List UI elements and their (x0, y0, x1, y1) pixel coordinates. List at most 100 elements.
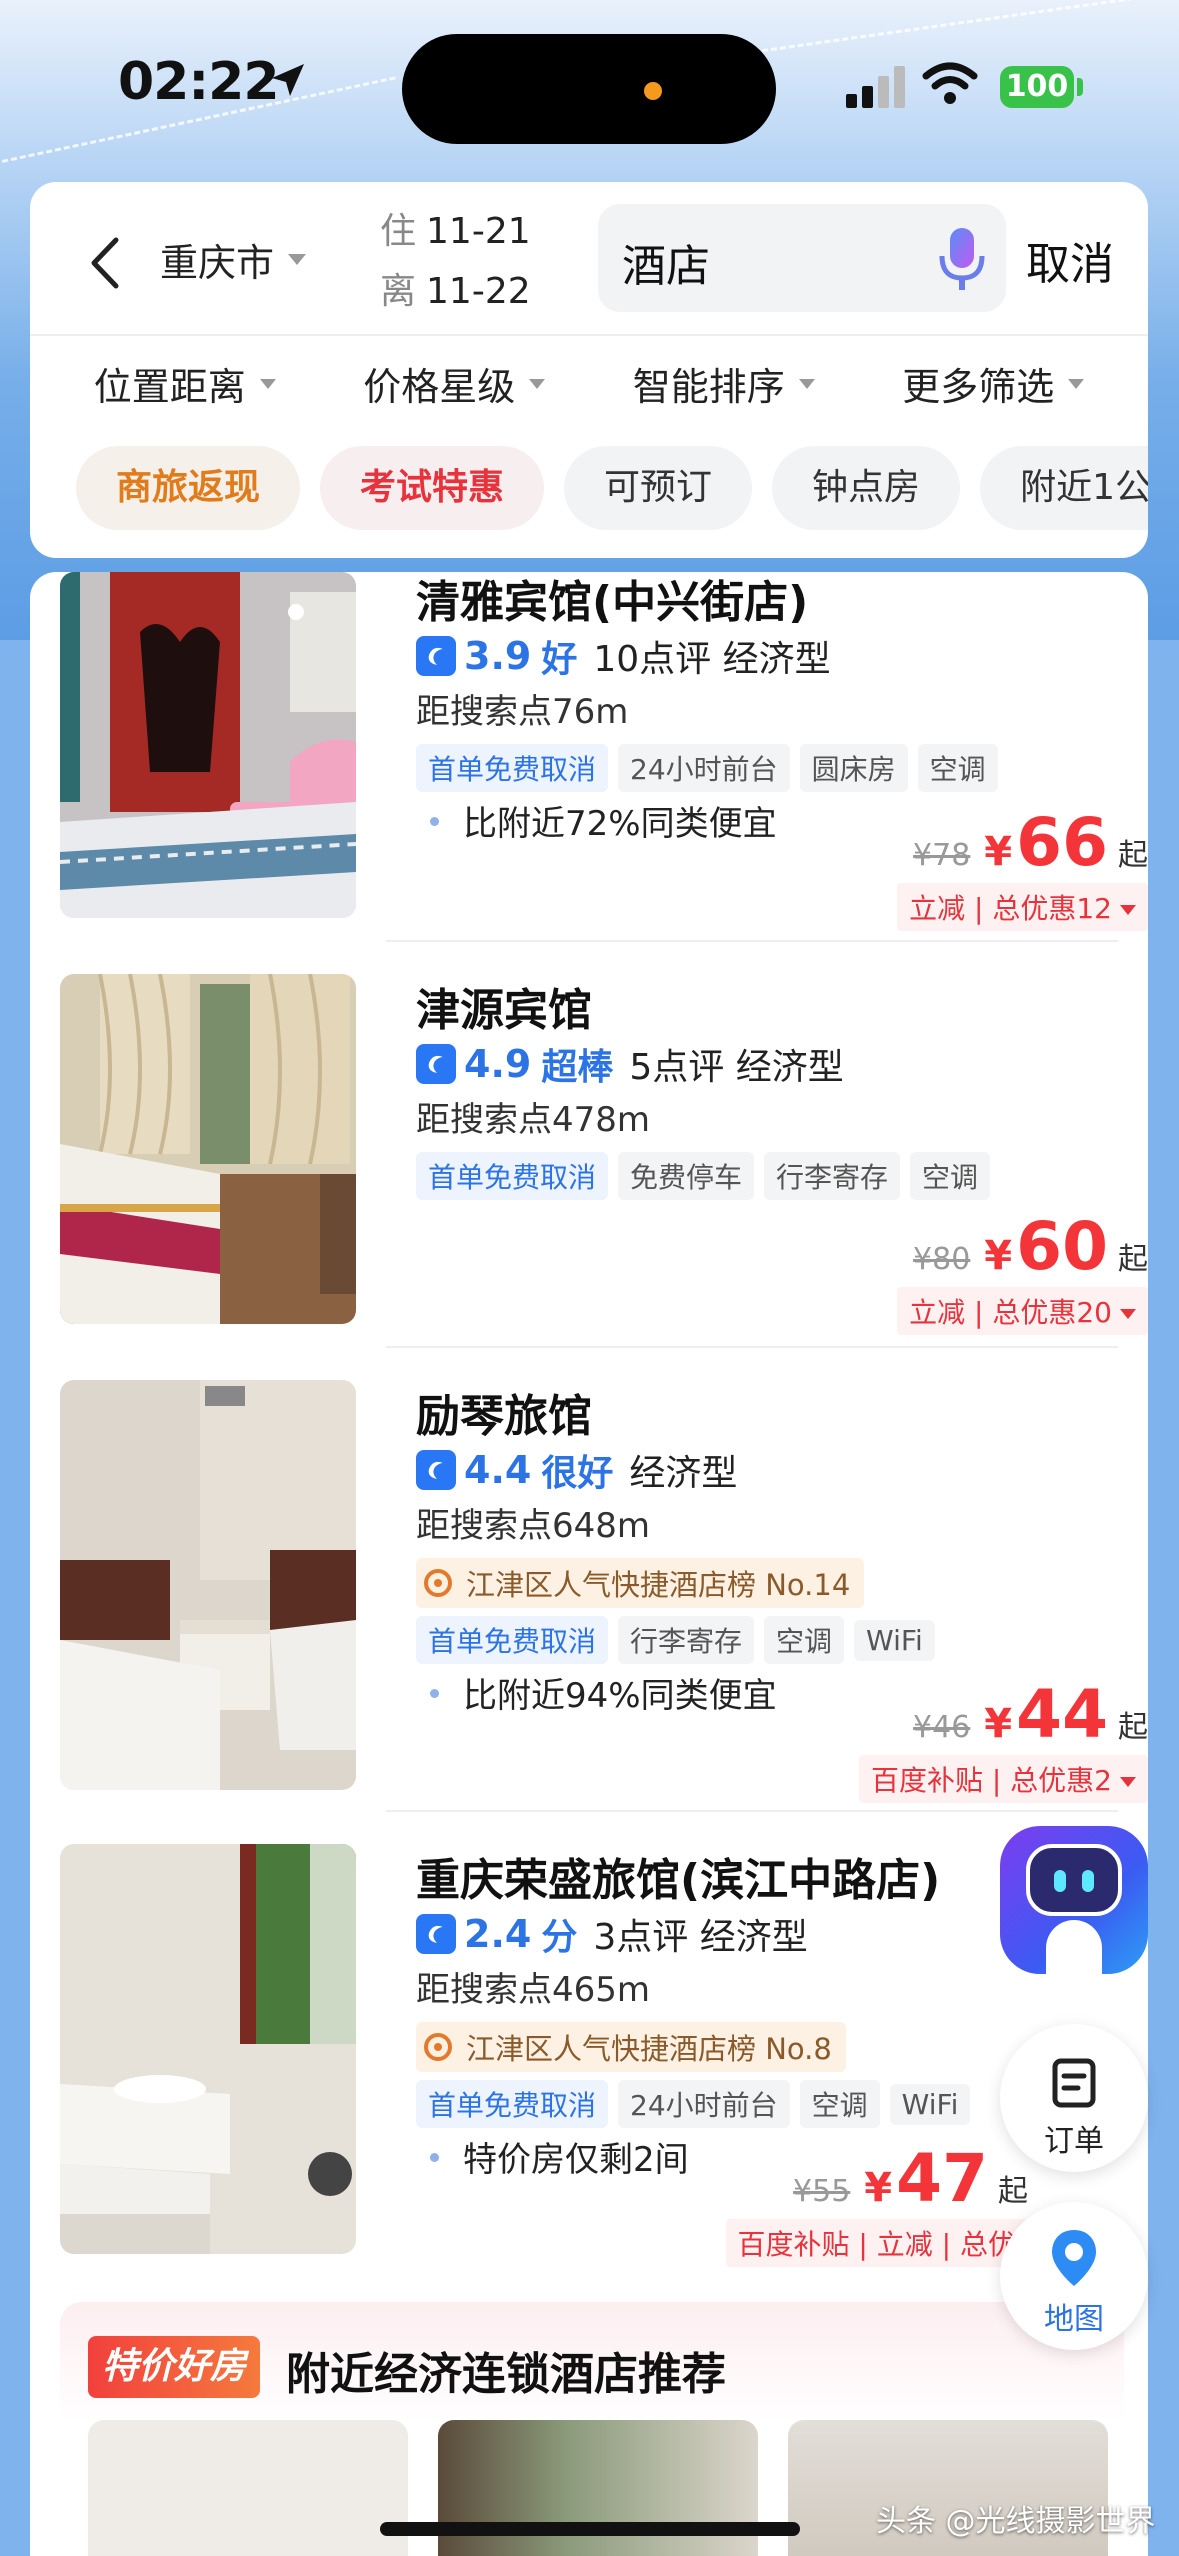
price-suffix: 起 (1118, 1242, 1148, 1277)
tag: 圆床房 (799, 744, 908, 792)
tag: 首单免费取消 (416, 744, 609, 792)
currency: ¥ (864, 2165, 893, 2211)
hotel-photo (60, 1844, 356, 2254)
rating-score: 4.4 (464, 1448, 532, 1492)
city-selector[interactable]: 重庆市 (160, 232, 307, 287)
original-price: ¥80 (913, 1242, 971, 1277)
hotel-photo (60, 974, 356, 1324)
recommendation-title: 附近经济连锁酒店推荐 (286, 2349, 726, 2400)
currency: ¥ (984, 1233, 1013, 1279)
rating-row: 4.4 很好 经济型 (416, 1442, 1148, 1498)
rating-label: 分 (541, 1917, 578, 1958)
special-offer-badge: 特价好房 (88, 2336, 261, 2398)
caret-down-icon (1120, 1309, 1136, 1319)
caret-down-icon (798, 378, 815, 389)
tag: 行李寄存 (764, 1152, 901, 1200)
discount-badge[interactable]: 百度补贴 | 总优惠2 (858, 1755, 1148, 1803)
bullet-dot (430, 1689, 439, 1698)
privacy-indicator-dot (644, 82, 662, 100)
ranking-text: 江津区人气快捷酒店榜 No.14 (466, 1568, 851, 1602)
rating-logo-icon (416, 1044, 456, 1084)
ranking-badge[interactable]: 江津区人气快捷酒店榜 No.8 (416, 2022, 846, 2072)
signal-icon (846, 66, 906, 108)
ai-assistant-button[interactable] (1000, 1826, 1148, 1974)
chip-business-cashback[interactable]: 商旅返现 (76, 446, 301, 530)
chip-hourly-room[interactable]: 钟点房 (772, 446, 961, 530)
rating-score: 2.4 (464, 1912, 532, 1956)
hotel-name: 津源宾馆 (416, 985, 592, 1036)
battery-tip (1077, 78, 1083, 96)
hotel-photo (60, 1380, 356, 1790)
hotel-photo (60, 572, 356, 918)
original-price: ¥55 (793, 2174, 851, 2209)
rating-label: 很好 (541, 1453, 614, 1494)
orders-button[interactable]: 订单 (1000, 2024, 1148, 2172)
cancel-button[interactable]: 取消 (1026, 228, 1114, 292)
robot-face-icon (1026, 1844, 1122, 1916)
chip-nearby[interactable]: 附近1公 (980, 446, 1148, 530)
hotel-list: 清雅宾馆(中兴街店) 3.9 好 10点评 经济型 距搜索点76m 首单免费取消… (30, 572, 1148, 2556)
ranking-icon (424, 1569, 452, 1597)
tag: 24小时前台 (618, 744, 790, 792)
chip-exam-discount[interactable]: 考试特惠 (320, 446, 545, 530)
rating-logo-icon (416, 1914, 456, 1954)
ranking-icon (424, 2033, 452, 2061)
tag: 空调 (917, 744, 998, 792)
filter-price[interactable]: 价格星级 (363, 356, 546, 411)
divider (386, 1346, 1118, 1348)
rating-label: 超棒 (541, 1047, 614, 1088)
distance: 距搜索点648m (416, 1506, 651, 1546)
microphone-icon[interactable] (938, 226, 986, 294)
note-text: 特价房仅剩2间 (463, 2140, 689, 2180)
order-list-icon (1052, 2058, 1096, 2108)
hotel-card[interactable]: 清雅宾馆(中兴街店) 3.9 好 10点评 经济型 距搜索点76m 首单免费取消… (60, 572, 1148, 931)
home-indicator[interactable] (380, 2522, 800, 2536)
filter-location[interactable]: 位置距离 (94, 356, 276, 411)
status-time: 02:22 (118, 52, 280, 112)
hotel-card[interactable]: 励琴旅馆 4.4 很好 经济型 距搜索点648m 江津区人气快捷酒店榜 No.1… (60, 1380, 1148, 1803)
price-suffix: 起 (1118, 838, 1148, 873)
filter-more[interactable]: 更多筛选 (902, 356, 1085, 411)
filter-sort[interactable]: 智能排序 (633, 356, 815, 411)
recommended-hotel-photo[interactable] (88, 2420, 408, 2556)
hotel-name: 清雅宾馆(中兴街店) (416, 577, 809, 628)
orders-label: 订单 (1044, 2124, 1104, 2159)
rating-logo-icon (416, 1450, 456, 1490)
distance: 距搜索点478m (416, 1100, 651, 1140)
hotel-card[interactable]: 津源宾馆 4.9 超棒 5点评 经济型 距搜索点478m 首单免费取消 免费停车… (60, 974, 1148, 1335)
tag-row: 首单免费取消 24小时前台 圆床房 空调 (416, 740, 1148, 796)
current-price: 47 (896, 2140, 988, 2217)
price-suffix: 起 (998, 2174, 1028, 2209)
hotel-info: 励琴旅馆 4.4 很好 经济型 距搜索点648m 江津区人气快捷酒店榜 No.1… (416, 1380, 1148, 1724)
review-info: 5点评 经济型 (629, 1047, 844, 1088)
map-label: 地图 (1044, 2302, 1104, 2337)
discount-badge[interactable]: 立减 | 总优惠20 (897, 1287, 1148, 1335)
watermark: 头条 @光线摄影世界 (876, 2504, 1156, 2539)
discount-badge[interactable]: 百度补贴 | 立减 | 总优 (725, 2219, 1028, 2267)
tag: WiFi (889, 2083, 971, 2125)
caret-down-icon (1120, 905, 1136, 915)
chip-bookable[interactable]: 可预订 (564, 446, 753, 530)
search-input[interactable]: 酒店 (598, 204, 1006, 312)
price-block: ¥55 ¥47 起 百度补贴 | 立减 | 总优 (725, 2140, 1028, 2267)
rating-score: 3.9 (464, 634, 532, 678)
tag: WiFi (854, 1619, 935, 1661)
hotel-card[interactable]: 重庆荣盛旅馆(滨江中路店) 2.4 分 3点评 经济型 距搜索点465m 江津区… (60, 1844, 1148, 2267)
map-button[interactable]: 地图 (1000, 2202, 1148, 2350)
review-info: 10点评 经济型 (593, 639, 831, 680)
tag-row: 首单免费取消 免费停车 行李寄存 空调 (416, 1148, 1148, 1204)
caret-down-icon (259, 378, 276, 389)
hotel-name: 励琴旅馆 (416, 1391, 592, 1442)
dynamic-island (402, 34, 776, 144)
date-selector[interactable]: 住 11-21 离 11-22 (380, 202, 531, 322)
tag: 首单免费取消 (416, 2080, 609, 2128)
note-text: 比附近72%同类便宜 (463, 804, 777, 844)
price-block: ¥80 ¥60 起 立减 | 总优惠20 (897, 1208, 1148, 1335)
location-arrow-icon (272, 64, 304, 96)
discount-badge[interactable]: 立减 | 总优惠12 (897, 883, 1148, 931)
discount-text: 立减 | 总优惠12 (909, 892, 1112, 925)
distance: 距搜索点76m (416, 692, 629, 732)
ranking-badge[interactable]: 江津区人气快捷酒店榜 No.14 (416, 1558, 865, 1608)
back-arrow-icon[interactable] (80, 228, 130, 298)
caret-down-icon (1068, 378, 1085, 389)
